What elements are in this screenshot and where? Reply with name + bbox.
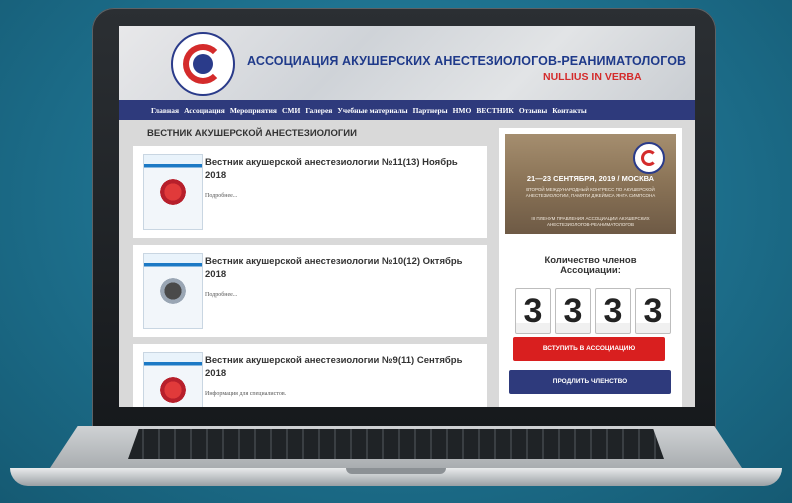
nav-item-bulletin[interactable]: ВЕСТНИК [476,106,514,115]
nav-item-partners[interactable]: Партнеры [413,106,448,115]
members-counter: 3 3 3 3 [515,288,671,334]
counter-digit: 3 [595,288,631,334]
read-more-link[interactable]: Подробнее... [205,292,237,298]
main-nav: Главная Ассоциация Мероприятия СМИ Галер… [119,100,695,120]
members-count-label: Количество членов Ассоциации: [544,255,637,276]
article-thumbnail[interactable] [143,154,203,230]
nav-item-gallery[interactable]: Галерея [305,106,332,115]
article-card: Вестник акушерской анестезиологии №11(13… [133,146,487,238]
counter-digit: 3 [515,288,551,334]
section-title: ВЕСТНИК АКУШЕРСКОЙ АНЕСТЕЗИОЛОГИИ [147,128,357,139]
article-card: Вестник акушерской анестезиологии №10(12… [133,245,487,337]
association-logo-icon[interactable] [171,32,235,96]
site-title: АССОЦИАЦИЯ АКУШЕРСКИХ АНЕСТЕЗИОЛОГОВ-РЕА… [247,54,687,68]
article-title[interactable]: Вестник акушерской анестезиологии №11(13… [205,156,475,182]
article-title[interactable]: Вестник акушерской анестезиологии №9(11)… [205,354,475,380]
nav-item-home[interactable]: Главная [151,106,179,115]
laptop-base [10,426,782,496]
read-more-link[interactable]: Подробнее... [205,193,237,199]
sidebar: 21—23 СЕНТЯБРЯ, 2019 / МОСКВА ВТОРОЙ МЕЖ… [499,128,682,407]
article-thumbnail[interactable] [143,253,203,329]
nav-item-association[interactable]: Ассоциация [184,106,225,115]
join-association-button[interactable]: ВСТУПИТЬ В АССОЦИАЦИЮ [513,337,665,361]
association-logo-icon [633,142,665,174]
nav-item-events[interactable]: Мероприятия [230,106,277,115]
heart-icon [158,177,188,207]
article-title[interactable]: Вестник акушерской анестезиологии №10(12… [205,255,475,281]
nav-item-contacts[interactable]: Контакты [552,106,587,115]
article-card: Вестник акушерской анестезиологии №9(11)… [133,344,487,407]
laptop-keyboard [128,429,664,459]
article-thumbnail[interactable] [143,352,203,407]
heart-icon [158,375,188,405]
nav-item-materials[interactable]: Учебные материалы [337,106,407,115]
article-description: Информация для специалистов. [205,391,287,397]
site-header: АССОЦИАЦИЯ АКУШЕРСКИХ АНЕСТЕЗИОЛОГОВ-РЕА… [119,26,695,100]
renew-membership-button[interactable]: ПРОДЛИТЬ ЧЛЕНСТВО [509,370,671,394]
site-motto: NULLIUS IN VERBA [543,71,642,83]
nav-item-nmo[interactable]: НМО [453,106,472,115]
nav-item-media[interactable]: СМИ [282,106,300,115]
banner-date: 21—23 СЕНТЯБРЯ, 2019 / МОСКВА [526,174,655,183]
scan-image-icon [158,276,188,306]
banner-text: III ПЛЕНУМ ПРАВЛЕНИЯ АССОЦИАЦИИ АКУШЕРСК… [531,216,650,227]
laptop-notch [346,468,446,474]
congress-banner[interactable]: 21—23 СЕНТЯБРЯ, 2019 / МОСКВА ВТОРОЙ МЕЖ… [505,134,676,234]
laptop-screen: АССОЦИАЦИЯ АКУШЕРСКИХ АНЕСТЕЗИОЛОГОВ-РЕА… [119,26,695,407]
counter-digit: 3 [635,288,671,334]
counter-digit: 3 [555,288,591,334]
banner-text: ВТОРОЙ МЕЖДУНАРОДНЫЙ КОНГРЕСС ПО АКУШЕРС… [525,187,656,198]
nav-item-reviews[interactable]: Отзывы [519,106,547,115]
